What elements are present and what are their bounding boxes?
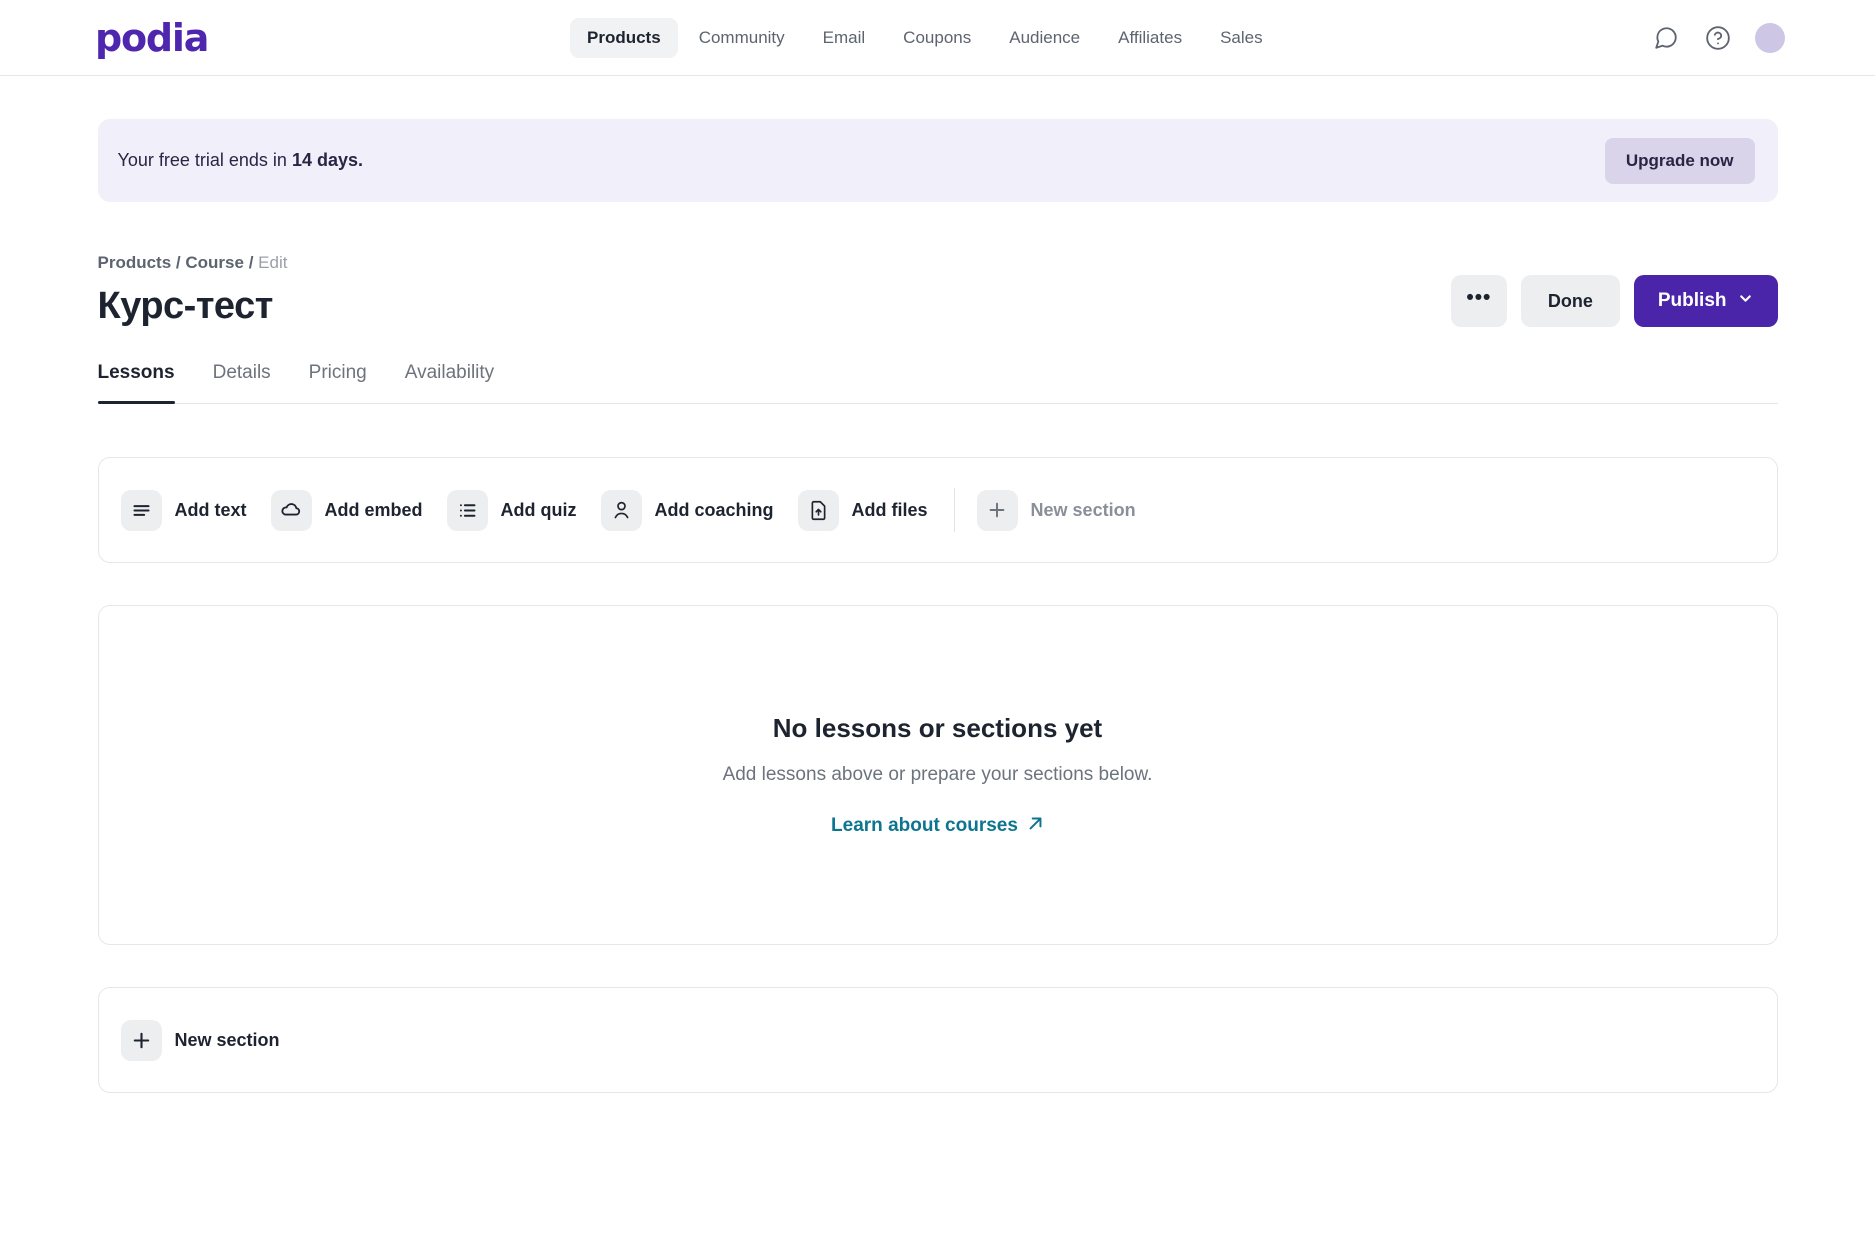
toolbar-new-section-label: New section	[1030, 499, 1136, 520]
done-button[interactable]: Done	[1520, 275, 1620, 327]
nav-item-coupons[interactable]: Coupons	[886, 18, 988, 58]
add-quiz-button[interactable]: Add quiz	[446, 489, 577, 531]
podia-logo[interactable]: podia	[95, 19, 209, 57]
product-tabs: Lessons Details Pricing Availability	[97, 362, 1778, 404]
publish-button-label: Publish	[1657, 290, 1727, 311]
nav-item-sales[interactable]: Sales	[1203, 18, 1280, 58]
breadcrumb: Products / Course / Edit	[98, 253, 288, 273]
title-actions: ••• Done Publish	[1450, 275, 1778, 327]
add-text-button[interactable]: Add text	[120, 489, 247, 531]
plus-icon	[120, 1019, 162, 1061]
upgrade-now-button[interactable]: Upgrade now	[1604, 137, 1755, 184]
add-files-label: Add files	[851, 499, 928, 520]
toolbar-new-section-button[interactable]: New section	[976, 489, 1136, 531]
nav-item-community[interactable]: Community	[682, 18, 802, 58]
add-coaching-button[interactable]: Add coaching	[600, 489, 774, 531]
tab-lessons[interactable]: Lessons	[97, 362, 175, 404]
page-title: Курс-тест	[97, 285, 274, 327]
learn-about-courses-label: Learn about courses	[831, 815, 1018, 836]
publish-button[interactable]: Publish	[1633, 275, 1778, 327]
page-title-row: Products / Course / Edit Курс-тест ••• D…	[98, 253, 1778, 328]
breadcrumb-separator-1: /	[175, 253, 181, 272]
add-text-label: Add text	[174, 499, 247, 520]
trial-banner-days: 14 days.	[291, 150, 363, 170]
empty-state-title: No lessons or sections yet	[772, 712, 1103, 743]
tab-availability[interactable]: Availability	[405, 362, 494, 403]
title-block: Products / Course / Edit Курс-тест	[98, 253, 288, 328]
tab-details[interactable]: Details	[213, 362, 271, 403]
page-content: Your free trial ends in 14 days. Upgrade…	[97, 119, 1778, 1093]
chevron-down-icon	[1737, 290, 1754, 313]
breadcrumb-course[interactable]: Course	[185, 253, 244, 272]
header-actions	[1651, 22, 1785, 53]
external-link-arrow-icon	[1027, 815, 1044, 838]
nav-item-audience[interactable]: Audience	[992, 18, 1097, 58]
learn-about-courses-link[interactable]: Learn about courses	[831, 815, 1044, 838]
add-embed-label: Add embed	[324, 499, 423, 520]
help-circle-icon[interactable]	[1703, 23, 1733, 53]
breadcrumb-products[interactable]: Products	[98, 253, 172, 272]
main-navigation: Products Community Email Coupons Audienc…	[570, 17, 1280, 58]
add-content-toolbar: Add text Add embed Add quiz Add coaching…	[97, 457, 1778, 563]
breadcrumb-separator-2: /	[248, 253, 254, 272]
lines-icon	[120, 489, 162, 531]
new-section-label: New section	[174, 1029, 280, 1050]
chat-bubble-icon[interactable]	[1651, 23, 1681, 53]
empty-state-subtitle: Add lessons above or prepare your sectio…	[722, 763, 1153, 785]
empty-state-card: No lessons or sections yet Add lessons a…	[97, 605, 1778, 945]
add-coaching-label: Add coaching	[654, 499, 774, 520]
cloud-icon	[270, 489, 312, 531]
plus-icon	[976, 489, 1018, 531]
more-options-button[interactable]: •••	[1450, 275, 1507, 327]
trial-banner-prefix: Your free trial ends in	[117, 150, 292, 170]
file-upload-icon	[797, 489, 839, 531]
nav-item-affiliates[interactable]: Affiliates	[1101, 18, 1199, 58]
person-icon	[600, 489, 642, 531]
add-quiz-label: Add quiz	[500, 499, 577, 520]
add-files-button[interactable]: Add files	[797, 489, 928, 531]
top-header: podia Products Community Email Coupons A…	[0, 0, 1875, 76]
trial-banner: Your free trial ends in 14 days. Upgrade…	[97, 119, 1778, 202]
toolbar-divider	[953, 488, 955, 532]
add-embed-button[interactable]: Add embed	[270, 489, 423, 531]
nav-item-products[interactable]: Products	[570, 17, 678, 58]
nav-item-email[interactable]: Email	[806, 18, 883, 58]
tab-pricing[interactable]: Pricing	[309, 362, 367, 403]
avatar[interactable]	[1755, 22, 1785, 53]
trial-banner-text: Your free trial ends in 14 days.	[118, 150, 364, 171]
new-section-card[interactable]: New section	[97, 987, 1778, 1093]
list-icon	[446, 489, 488, 531]
breadcrumb-edit: Edit	[258, 253, 288, 272]
new-section-button[interactable]: New section	[120, 1019, 280, 1061]
